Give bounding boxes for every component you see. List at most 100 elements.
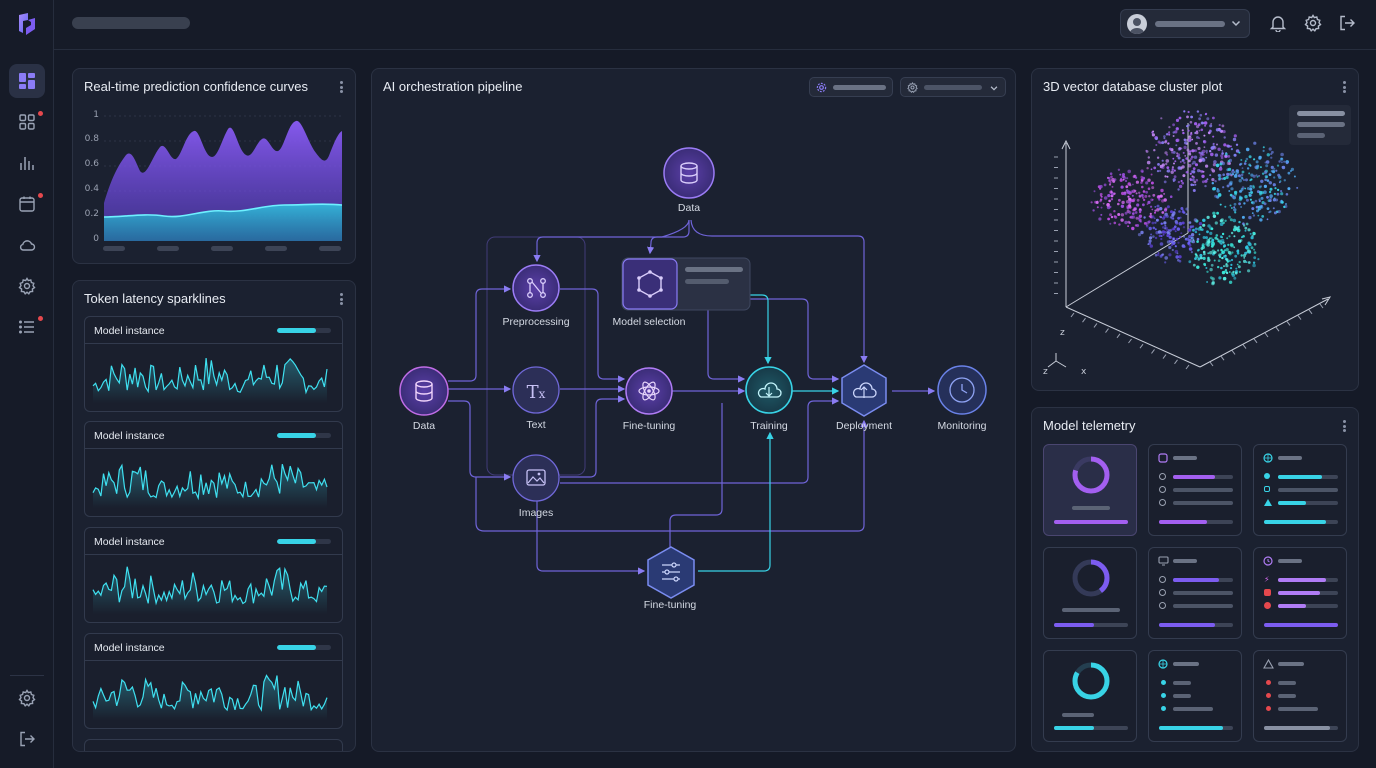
scatter-point [1139,208,1142,211]
scatter-point [1253,158,1256,161]
sparkline-card[interactable]: Model instance [84,421,343,517]
scatter-point [1211,169,1216,173]
telemetry-card[interactable]: ⚡ [1253,547,1347,639]
telemetry-card[interactable] [1253,650,1347,742]
node-fine-tuning-bottom[interactable] [647,546,695,599]
scatter-point [1268,181,1272,185]
node-training[interactable] [745,366,793,414]
scatter-point [1226,237,1229,240]
scatter-point [1269,210,1272,213]
scatter-point [1129,216,1132,219]
telemetry-card[interactable] [1043,444,1137,536]
scatter-point [1127,220,1131,224]
notifications-button[interactable] [1268,13,1288,33]
node-model-selection[interactable] [621,257,751,311]
settings-button[interactable] [1303,13,1323,33]
scatter-point [1109,181,1112,184]
sparkline-chart [92,357,328,403]
y-tick-label: 0.4 [84,184,99,194]
scatter-point [1278,181,1281,184]
scatter-point [1178,259,1182,263]
scatter-point [1182,151,1185,154]
scatter-point [1191,240,1195,244]
scatter-point [1211,178,1215,182]
nav-list[interactable] [9,310,45,344]
telemetry-card[interactable] [1043,547,1137,639]
scatter-point [1209,267,1213,272]
nav-analytics[interactable] [9,146,45,180]
more-options-button[interactable] [1338,80,1350,94]
more-options-button[interactable] [335,80,347,94]
scatter-point [1201,158,1206,162]
nav-settings[interactable] [9,269,45,303]
scatter-point [1280,152,1284,157]
nav-cloud[interactable] [9,228,45,262]
scatter-point [1269,187,1273,191]
more-options-button[interactable] [335,292,347,306]
scatter-point [1121,175,1125,179]
node-monitoring[interactable] [937,365,987,415]
sparkline-card[interactable]: Model instance [84,527,343,623]
scatter-point [1169,195,1173,198]
sparkline-card[interactable]: Model instance [84,316,343,412]
scatter-point [1257,258,1260,261]
scatter-point [1198,222,1203,226]
logout-button[interactable] [1337,13,1357,33]
scatter-point [1106,203,1110,207]
panel-title: Real-time prediction confidence curves [84,79,308,94]
logout-icon [1340,15,1355,31]
node-fine-tuning-mid[interactable] [625,367,673,415]
scatter-point [1235,267,1238,270]
scatter-point [1210,227,1214,231]
scatter-point [1174,225,1177,228]
sparkline-chart [92,674,328,720]
scatter-point [1181,221,1185,225]
scatter-point [1133,208,1137,211]
telemetry-card[interactable] [1148,547,1242,639]
node-data-left[interactable] [399,366,449,416]
node-data-top[interactable] [663,147,715,199]
telemetry-card[interactable] [1148,650,1242,742]
scatter-point [1159,169,1162,172]
sparkline-card[interactable]: Model instance [84,633,343,729]
nav-apps[interactable] [9,105,45,139]
telemetry-card[interactable] [1148,444,1242,536]
pipeline-diagram: Tx [399,147,987,599]
more-options-button[interactable] [1338,419,1350,433]
scatter-point [1252,214,1256,217]
telemetry-card[interactable] [1043,650,1137,742]
scatter-point [1217,249,1220,252]
scatter-point [1228,190,1231,192]
scatter-point [1176,153,1181,157]
scatter-point [1187,228,1192,232]
scatter-point [1243,257,1246,259]
node-preprocessing[interactable] [512,264,560,312]
user-menu[interactable] [1120,9,1250,38]
scatter-point [1220,156,1224,160]
scatter-point [1151,186,1155,190]
nav-preferences[interactable] [9,681,45,715]
scatter-point [1127,195,1130,198]
scatter-point [1178,255,1182,259]
scatter-point [1168,131,1170,133]
node-images[interactable] [512,454,560,502]
nav-logout[interactable] [9,722,45,756]
node-deployment[interactable] [841,364,887,417]
scatter-point [1151,198,1154,201]
nav-calendar[interactable] [9,187,45,221]
scatter-point [1281,166,1284,169]
scatter-point [1153,166,1157,170]
scatter-point [1177,216,1180,220]
scatter-point [1110,198,1114,201]
telemetry-card[interactable] [1253,444,1347,536]
scatter-point [1206,230,1209,234]
scatter-point [1270,170,1273,173]
sparkline-card[interactable] [84,739,343,751]
scatter-point [1202,170,1205,173]
scatter-point [1176,227,1180,231]
node-text[interactable]: Tx [512,366,560,414]
scatter-point [1222,173,1225,176]
nav-dashboard[interactable] [9,64,45,98]
scatter-point [1196,110,1200,113]
scatter-point [1249,185,1253,188]
